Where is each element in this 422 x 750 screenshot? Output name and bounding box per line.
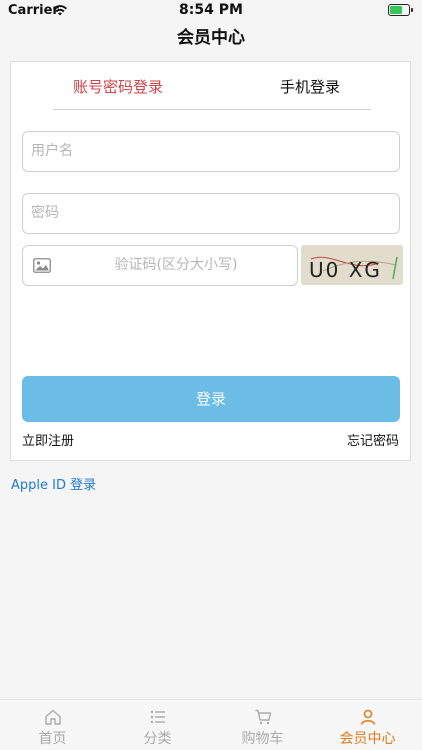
image-icon [33,258,51,273]
tabbar-label-home: 首页 [38,731,67,747]
user-icon [360,709,375,725]
list-icon [150,710,165,724]
tabbar-item-member[interactable]: 会员中心 [315,700,420,750]
forgot-password-link[interactable]: 忘记密码 [347,430,399,449]
password-input[interactable]: 密码 [22,193,400,234]
tabbar-label-member: 会员中心 [339,731,396,747]
battery-icon [388,4,410,16]
bottom-tabbar: 首页 分类 购物车 会员中心 [0,699,422,750]
home-icon [44,709,61,725]
tab-phone-login[interactable]: 手机登录 [235,76,385,98]
username-placeholder: 用户名 [31,143,73,159]
tabbar-label-category: 分类 [143,731,172,747]
page-title: 会员中心 [177,28,245,48]
captcha-placeholder: 验证码(区分大小写) [114,257,238,273]
tabbar-item-home[interactable]: 首页 [0,700,105,750]
login-button[interactable]: 登录 [22,376,400,422]
status-bar: Carrier 8:54 PM [0,0,422,22]
login-card: 账号密码登录 手机登录 用户名 密码 验证码(区分大小写) U0 XG 登录 立… [10,61,411,461]
tabbar-item-category[interactable]: 分类 [105,700,210,750]
password-placeholder: 密码 [31,205,59,221]
captcha-image[interactable]: U0 XG [301,245,403,285]
tabbar-item-cart[interactable]: 购物车 [210,700,315,750]
register-link[interactable]: 立即注册 [22,430,74,449]
captcha-input[interactable]: 验证码(区分大小写) [22,245,298,286]
tab-account-login[interactable]: 账号密码登录 [43,76,193,98]
apple-id-login-link[interactable]: Apple ID 登录 [11,474,96,493]
tab-divider [53,109,371,110]
tabbar-label-cart: 购物车 [241,731,284,747]
cart-icon [255,709,271,725]
battery-tip [411,8,413,12]
captcha-text: U0 XG [309,258,382,282]
username-input[interactable]: 用户名 [22,131,400,172]
status-time: 8:54 PM [179,2,243,18]
